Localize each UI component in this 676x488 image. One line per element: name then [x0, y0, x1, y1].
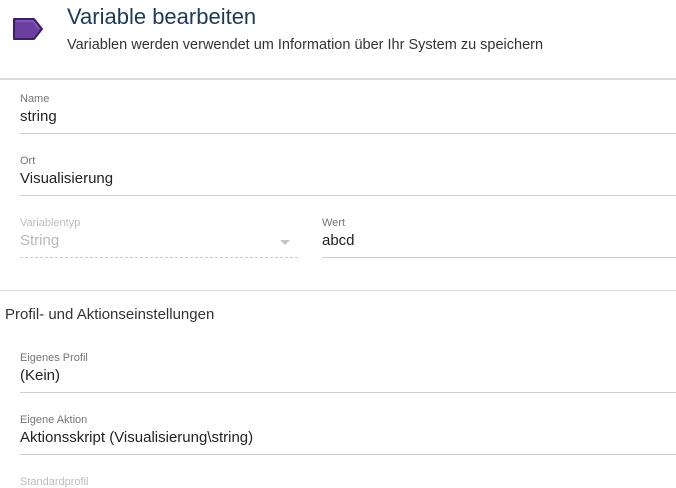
section-divider: [0, 290, 676, 291]
variable-tag-icon: [12, 16, 44, 42]
ort-underline: [20, 195, 676, 196]
page-subtitle: Variablen werden verwendet um Informatio…: [67, 37, 544, 53]
ort-input[interactable]: Visualisierung: [20, 170, 113, 187]
standardprofil-label: Standardprofil: [20, 476, 89, 488]
name-underline: [20, 133, 676, 134]
eigene-aktion-underline: [20, 454, 676, 455]
wert-input[interactable]: abcd: [322, 232, 355, 249]
variablentyp-label: Variablentyp: [20, 217, 81, 229]
eigene-aktion-label: Eigene Aktion: [20, 414, 88, 426]
name-input[interactable]: string: [20, 108, 57, 125]
eigenes-profil-underline: [20, 392, 676, 393]
header-divider: [0, 78, 676, 80]
eigene-aktion-value[interactable]: Aktionsskript (Visualisierung\string): [20, 429, 253, 446]
variablentyp-underline: [20, 257, 298, 258]
eigenes-profil-label: Eigenes Profil: [20, 352, 88, 364]
wert-underline: [322, 257, 676, 258]
dialog-header: Variable bearbeiten Variablen werden ver…: [0, 0, 676, 78]
page-title: Variable bearbeiten: [67, 4, 257, 29]
ort-label: Ort: [20, 155, 36, 167]
chevron-down-icon: [280, 240, 290, 245]
section-title-profile: Profil- und Aktionseinstellungen: [5, 306, 215, 323]
eigenes-profil-value[interactable]: (Kein): [20, 367, 60, 384]
variablentyp-value: String: [20, 232, 60, 249]
name-label: Name: [20, 93, 50, 105]
wert-label: Wert: [322, 217, 346, 229]
